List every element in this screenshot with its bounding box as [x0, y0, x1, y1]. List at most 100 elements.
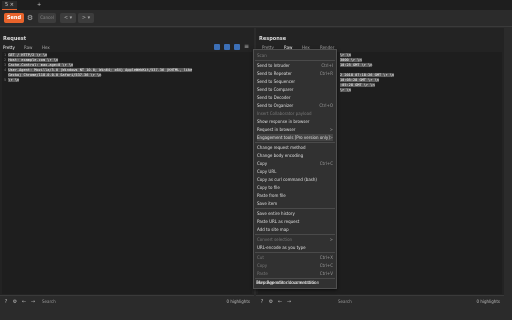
next-icon[interactable]: → [30, 299, 36, 305]
toolbar: Send ⚙ Cancel < ▾ > ▾ [0, 10, 512, 27]
menu-item-convert-selection[interactable]: Convert selection > [257, 236, 333, 243]
newline-icon[interactable] [234, 44, 240, 50]
menu-item-label: Paste from file [257, 193, 286, 198]
menu-item-send-to-organizer[interactable]: Send to Organizer Ctrl+O [257, 102, 333, 109]
menu-item-cut[interactable]: Cut Ctrl+X [257, 254, 333, 261]
tab-hex[interactable]: Hex [42, 44, 50, 52]
menu-item-url-encode-as-you-type[interactable]: URL-encode as you type [257, 244, 333, 251]
settings-icon[interactable]: ⚙ [12, 299, 18, 305]
menu-item-send-to-repeater[interactable]: Send to Repeater Ctrl+R [257, 70, 333, 77]
menu-item-send-to-sequencer[interactable]: Send to Sequencer [257, 78, 333, 85]
menu-item-paste-from-file[interactable]: Paste from file [257, 192, 333, 199]
menu-item-shortcut: Ctrl+C [319, 161, 333, 166]
menu-item-shortcut: Ctrl+X [319, 255, 333, 260]
prev-icon[interactable]: ← [277, 299, 283, 305]
request-line: 2 Host: example.com \r \n [4, 58, 59, 62]
menu-item-copy-disabled[interactable]: Copy Ctrl+C [257, 262, 333, 269]
help-icon[interactable]: ? [3, 299, 9, 305]
response-title: Response [259, 36, 287, 42]
response-line-text: 10:05:28 GMT \r \n [340, 78, 379, 82]
send-button[interactable]: Send [4, 13, 24, 23]
cancel-button[interactable]: Cancel [38, 13, 56, 23]
menu-separator [255, 252, 335, 253]
response-line: 10:05:28 GMT \r \n [340, 78, 379, 82]
response-line-text: 3000 \r \n [340, 58, 362, 62]
menu-item-label: Engagement tools [Pro version only] [257, 135, 330, 140]
request-line-text: User-Agent: Mozilla/5.0 (Windows NT 10.0… [8, 68, 193, 72]
prev-icon[interactable]: ← [21, 299, 27, 305]
menu-item-send-to-intruder[interactable]: Send to Intruder Ctrl+I [257, 62, 333, 69]
menu-item-show-response-in-browser[interactable]: Show response in browser [257, 118, 333, 125]
search-input[interactable]: Search [338, 298, 458, 306]
menu-item-scan[interactable]: Scan [257, 52, 333, 59]
menu-item-label: Copy URL [257, 169, 277, 174]
menu-item-copy-url[interactable]: Copy URL [257, 168, 333, 175]
menu-item-label: Send to Organizer [257, 103, 294, 108]
menu-item-copy-as-curl[interactable]: Copy as curl command (bash) [257, 176, 333, 183]
menu-item-label: Request in browser [257, 127, 296, 132]
next-icon[interactable]: → [286, 299, 292, 305]
back-button[interactable]: < ▾ [60, 13, 76, 23]
menu-item-label: Change request method [257, 145, 306, 150]
menu-item-label: Send to Decoder [257, 95, 291, 100]
menu-item-paste-url-as-request[interactable]: Paste URL as request [257, 218, 333, 225]
request-line: 5 \r \n [4, 78, 20, 82]
gear-icon[interactable]: ⚙ [26, 14, 34, 22]
menu-item-save-entire-history[interactable]: Save entire history [257, 210, 333, 217]
response-line-text: :05:28 GMT \r \n [340, 83, 375, 87]
response-line-text: \r \n [340, 53, 351, 57]
request-line-text: Cache-Control: max-age=0 \r \n [8, 63, 74, 67]
chevron-down-icon: ▾ [69, 15, 73, 21]
request-editor[interactable]: 1 GET / HTTP/2 \r \n 2 Host: example.com… [2, 52, 252, 294]
tab-raw[interactable]: Raw [24, 44, 32, 52]
menu-item-label: Cut [257, 255, 264, 260]
menu-item-add-to-site-map[interactable]: Add to site map [257, 226, 333, 233]
response-line-text: 10:25 GMT \r \n [340, 63, 373, 67]
menu-item-label: Scan [257, 53, 267, 58]
back-label: < [63, 15, 69, 21]
search-input[interactable]: Search [42, 298, 202, 306]
menu-item-label: Copy to file [257, 185, 280, 190]
menu-item-insert-collaborator[interactable]: Insert Collaborator payload [257, 110, 333, 117]
menu-item-paste[interactable]: Paste Ctrl+V [257, 270, 333, 277]
request-pane: Request Pretty Raw Hex ≡ 1 GET / HTTP/2 … [0, 28, 254, 308]
tab-add[interactable]: + [34, 1, 44, 9]
menu-icon[interactable]: ≡ [244, 43, 249, 50]
menu-item-request-in-browser[interactable]: Request in browser > [257, 126, 333, 133]
menu-separator [255, 142, 335, 143]
menu-separator [255, 60, 335, 61]
response-line: :05:28 GMT \r \n [340, 83, 375, 87]
menu-item-label: Send to Repeater [257, 71, 292, 76]
submenu-arrow-icon: > [329, 237, 333, 242]
menu-item-change-body-encoding[interactable]: Change body encoding [257, 152, 333, 159]
menu-item-label: Save item [257, 201, 278, 206]
menu-item-copy[interactable]: Copy Ctrl+C [257, 160, 333, 167]
menu-item-label: Send to Comparer [257, 87, 294, 92]
help-icon[interactable]: ? [259, 299, 265, 305]
forward-button[interactable]: > ▾ [78, 13, 94, 23]
request-title: Request [3, 36, 27, 42]
menu-item-shortcut: Ctrl+O [319, 103, 333, 108]
menu-item-change-request-method[interactable]: Change request method [257, 144, 333, 151]
menu-item-engagement-tools[interactable]: Engagement tools [Pro version only] > [257, 134, 333, 141]
menu-item-burp-repeater-docs[interactable]: Burp Repeater documentation [256, 279, 332, 286]
menu-item-label: Send to Sequencer [257, 79, 296, 84]
menu-item-copy-to-file[interactable]: Copy to file [257, 184, 333, 191]
chevron-down-icon: ▾ [87, 15, 91, 21]
request-line-text: Host: example.com \r \n [8, 58, 59, 62]
response-line: 10:25 GMT \r \n [340, 63, 373, 67]
menu-item-label: Add to site map [257, 227, 289, 232]
menu-item-send-to-comparer[interactable]: Send to Comparer [257, 86, 333, 93]
menu-item-label: Paste URL as request [257, 219, 300, 224]
menu-item-save-item[interactable]: Save item [257, 200, 333, 207]
tab-repeater-5[interactable]: 5 × [2, 1, 17, 10]
menu-item-label: URL-encode as you type [257, 245, 306, 250]
menu-item-send-to-decoder[interactable]: Send to Decoder [257, 94, 333, 101]
menu-item-label: Paste [257, 271, 268, 276]
menu-item-shortcut: Ctrl+V [319, 271, 333, 276]
actions-icon[interactable] [214, 44, 220, 50]
inspector-sidebar[interactable] [504, 28, 512, 308]
wrap-icon[interactable] [224, 44, 230, 50]
settings-icon[interactable]: ⚙ [268, 299, 274, 305]
menu-separator [255, 208, 335, 209]
